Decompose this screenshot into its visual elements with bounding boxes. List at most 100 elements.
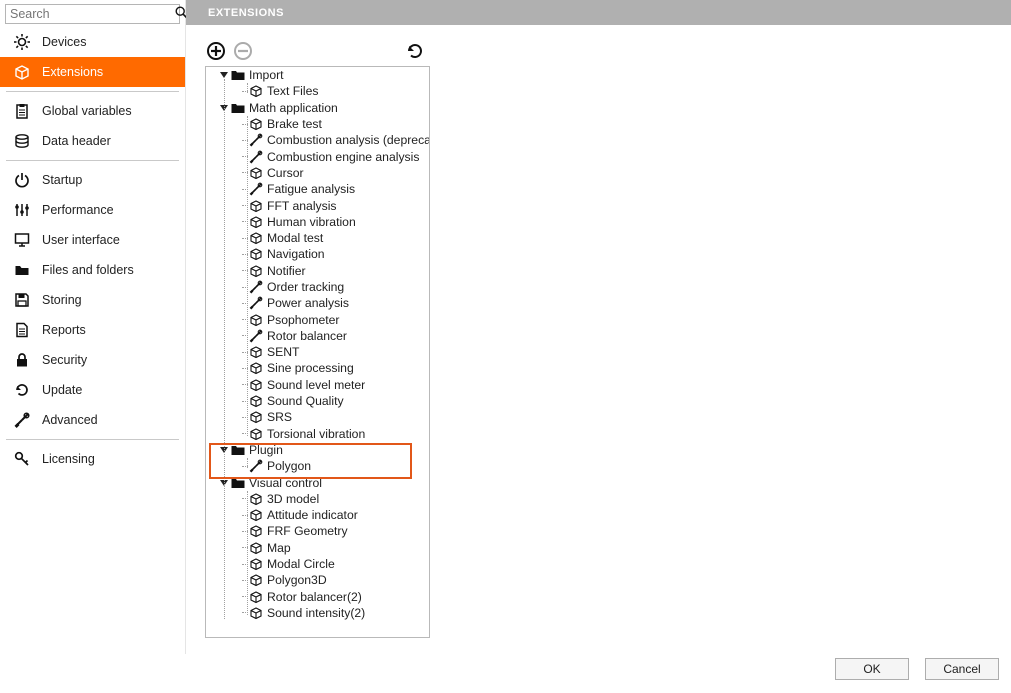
sliders-icon (12, 201, 32, 219)
tree-group-label: Math application (249, 101, 338, 115)
ok-button[interactable]: OK (835, 658, 909, 680)
tree-item[interactable]: Torsional vibration (206, 426, 430, 442)
tree-item[interactable]: 3D model (206, 491, 430, 507)
sidebar-item-startup[interactable]: Startup (0, 165, 185, 195)
tree-group[interactable]: Math application (206, 100, 430, 116)
tree-item[interactable]: Fatigue analysis (206, 181, 430, 197)
sidebar-divider (6, 160, 179, 161)
cube-icon (248, 231, 264, 245)
tree-item-label: Polygon (267, 459, 311, 473)
tree-item[interactable]: Sound level meter (206, 377, 430, 393)
tree-item-label: Modal test (267, 231, 323, 245)
cube-icon (248, 557, 264, 571)
sidebar-item-data-header[interactable]: Data header (0, 126, 185, 156)
search-box[interactable] (5, 4, 180, 24)
sidebar-item-files-and-folders[interactable]: Files and folders (0, 255, 185, 285)
tree-item-label: Combustion engine analysis (267, 150, 419, 164)
lock-icon (12, 351, 32, 369)
sidebar-item-label: Devices (42, 35, 86, 49)
tree-group-label: Visual control (249, 476, 322, 490)
sidebar-item-licensing[interactable]: Licensing (0, 444, 185, 474)
tree-item[interactable]: Rotor balancer (206, 328, 430, 344)
cube-icon (248, 541, 264, 555)
tools-icon (248, 459, 264, 473)
cube-icon (248, 590, 264, 604)
tree-item[interactable]: Combustion engine analysis (206, 148, 430, 164)
tree-item[interactable]: FFT analysis (206, 197, 430, 213)
tree-item-label: Combustion analysis (deprecated) (267, 133, 430, 147)
tree-item[interactable]: Psophometer (206, 311, 430, 327)
sidebar-item-user-interface[interactable]: User interface (0, 225, 185, 255)
sidebar-item-performance[interactable]: Performance (0, 195, 185, 225)
tree-item[interactable]: Brake test (206, 116, 430, 132)
sidebar-divider (6, 439, 179, 440)
tree-item[interactable]: Sound intensity(2) (206, 605, 430, 621)
folder-icon (12, 261, 32, 279)
tree-item[interactable]: Modal test (206, 230, 430, 246)
tree-item[interactable]: Combustion analysis (deprecated) (206, 132, 430, 148)
cube-icon (248, 573, 264, 587)
tree-item-label: Sound Quality (267, 394, 344, 408)
tree-item[interactable]: Attitude indicator (206, 507, 430, 523)
sidebar-item-global-variables[interactable]: Global variables (0, 96, 185, 126)
cube-icon (248, 410, 264, 424)
header-title: EXTENSIONS (208, 7, 284, 19)
tree-item[interactable]: Power analysis (206, 295, 430, 311)
tree-item[interactable]: Text Files (206, 83, 430, 99)
tree-item-label: SRS (267, 410, 292, 424)
tree-item[interactable]: Polygon (206, 458, 430, 474)
cube-icon (248, 84, 264, 98)
tree-item[interactable]: Notifier (206, 263, 430, 279)
tree-group[interactable]: Plugin (206, 442, 430, 458)
tools-icon (248, 182, 264, 196)
tree-item[interactable]: SENT (206, 344, 430, 360)
tree-item-label: FRF Geometry (267, 524, 348, 538)
tree-item[interactable]: Map (206, 540, 430, 556)
cube-icon (248, 524, 264, 538)
tree-item-label: Modal Circle (267, 557, 335, 571)
tree-item[interactable]: Polygon3D (206, 572, 430, 588)
tree-item[interactable]: Navigation (206, 246, 430, 262)
sidebar-item-security[interactable]: Security (0, 345, 185, 375)
extensions-tree[interactable]: ImportText Files Math applicationBrake te… (205, 66, 430, 638)
search-input[interactable] (6, 7, 175, 21)
tree-item-label: Polygon3D (267, 573, 327, 587)
add-button[interactable] (205, 40, 227, 62)
sidebar-item-label: Update (42, 383, 82, 397)
cancel-button[interactable]: Cancel (925, 658, 999, 680)
clipboard-icon (12, 102, 32, 120)
tools-icon (248, 150, 264, 164)
key-icon (12, 450, 32, 468)
tree-item[interactable]: Modal Circle (206, 556, 430, 572)
cube-icon (248, 378, 264, 392)
sidebar-item-label: Performance (42, 203, 114, 217)
tree-group[interactable]: Import (206, 67, 430, 83)
tree-item-label: Power analysis (267, 296, 349, 310)
sidebar-item-advanced[interactable]: Advanced (0, 405, 185, 435)
tree-item[interactable]: Rotor balancer(2) (206, 589, 430, 605)
tree-item[interactable]: Human vibration (206, 214, 430, 230)
refresh-button[interactable] (404, 40, 426, 62)
tree-item[interactable]: Cursor (206, 165, 430, 181)
tree-item-label: Sound intensity(2) (267, 606, 365, 620)
sidebar-item-update[interactable]: Update (0, 375, 185, 405)
tree-item-label: SENT (267, 345, 300, 359)
sidebar-item-label: Startup (42, 173, 82, 187)
tree-item[interactable]: Sine processing (206, 360, 430, 376)
cube-icon (248, 427, 264, 441)
folder-icon (230, 102, 246, 114)
sidebar-item-storing[interactable]: Storing (0, 285, 185, 315)
tree-item[interactable]: FRF Geometry (206, 523, 430, 539)
tree-group-label: Plugin (249, 443, 283, 457)
sidebar-item-label: Reports (42, 323, 86, 337)
sidebar-item-devices[interactable]: Devices (0, 27, 185, 57)
sidebar-item-extensions[interactable]: Extensions (0, 57, 185, 87)
cube-icon (248, 166, 264, 180)
tree-group[interactable]: Visual control (206, 474, 430, 490)
tree-item[interactable]: Sound Quality (206, 393, 430, 409)
cube-icon (248, 117, 264, 131)
tree-item[interactable]: Order tracking (206, 279, 430, 295)
sidebar-item-reports[interactable]: Reports (0, 315, 185, 345)
folder-icon (230, 477, 246, 489)
tree-item[interactable]: SRS (206, 409, 430, 425)
